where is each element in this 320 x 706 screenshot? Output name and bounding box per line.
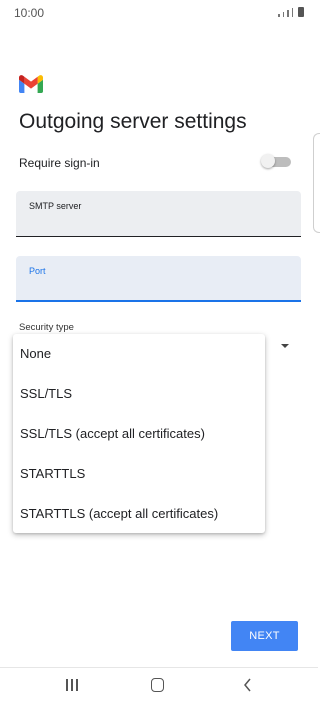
security-option-label: None — [20, 346, 52, 361]
security-option-ssl-tls[interactable]: SSL/TLS — [13, 374, 265, 414]
gmail-logo-icon — [19, 74, 43, 94]
port-field[interactable]: Port — [16, 256, 301, 302]
navigation-bar — [0, 668, 318, 706]
security-type-label: Security type — [19, 322, 74, 333]
security-type-dropdown: None SSL/TLS SSL/TLS (accept all certifi… — [13, 334, 265, 533]
security-option-starttls-accept-all[interactable]: STARTTLS (accept all certificates) — [13, 494, 265, 534]
toggle-thumb — [261, 154, 275, 168]
home-icon[interactable] — [151, 678, 164, 692]
dropdown-arrow-icon[interactable] — [281, 344, 289, 348]
security-option-label: STARTTLS — [20, 466, 86, 481]
status-time: 10:00 — [14, 6, 45, 20]
recent-apps-icon[interactable] — [66, 679, 78, 691]
smtp-server-field[interactable]: SMTP server — [16, 191, 301, 237]
security-option-label: SSL/TLS — [20, 386, 73, 401]
security-option-starttls[interactable]: STARTTLS — [13, 454, 265, 494]
port-label: Port — [29, 266, 46, 276]
next-button[interactable]: NEXT — [231, 621, 298, 651]
page-title: Outgoing server settings — [19, 110, 247, 133]
port-input[interactable] — [29, 280, 284, 296]
require-signin-toggle[interactable] — [261, 154, 291, 168]
require-signin-label: Require sign-in — [19, 156, 100, 170]
status-bar: 10:00 — [0, 0, 318, 26]
scroll-indicator[interactable] — [313, 133, 320, 233]
battery-icon — [298, 7, 304, 17]
smtp-server-input[interactable] — [29, 215, 284, 231]
back-icon[interactable] — [242, 678, 254, 692]
security-option-none[interactable]: None — [13, 334, 265, 374]
security-option-ssl-tls-accept-all[interactable]: SSL/TLS (accept all certificates) — [13, 414, 265, 454]
security-option-label: STARTTLS (accept all certificates) — [20, 506, 219, 521]
signal-battery-icons — [278, 7, 304, 17]
smtp-server-label: SMTP server — [29, 201, 82, 211]
security-option-label: SSL/TLS (accept all certificates) — [20, 426, 205, 441]
